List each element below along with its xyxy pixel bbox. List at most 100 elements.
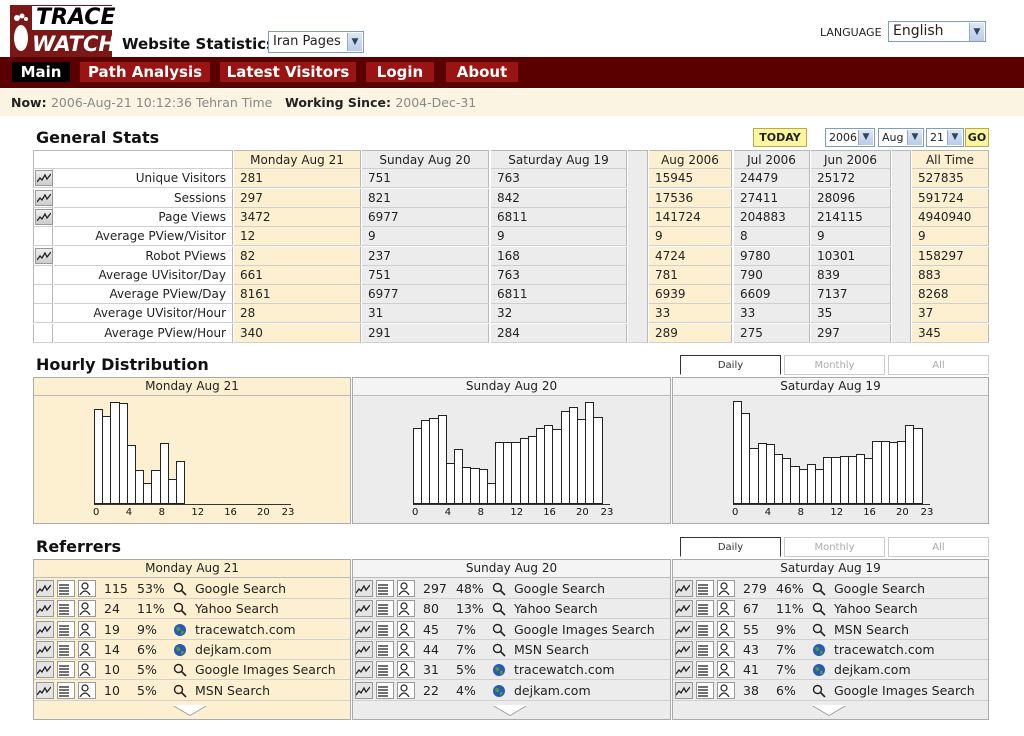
line-chart-icon[interactable] (675, 640, 693, 658)
line-chart-icon[interactable] (35, 247, 53, 264)
referrer-name[interactable]: tracewatch.com (195, 620, 296, 640)
line-chart-icon[interactable] (36, 640, 54, 658)
search-icon (173, 663, 187, 677)
list-icon[interactable] (376, 580, 394, 597)
visitor-icon[interactable] (397, 580, 415, 597)
list-icon[interactable] (376, 661, 394, 679)
tab-referrers-monthly[interactable]: Monthly (784, 537, 885, 557)
visitor-icon[interactable] (397, 640, 415, 658)
list-icon[interactable] (696, 580, 714, 597)
line-chart-icon[interactable] (675, 620, 693, 638)
line-chart-icon[interactable] (355, 681, 373, 699)
line-chart-icon[interactable] (36, 681, 54, 699)
visitor-icon[interactable] (78, 580, 96, 597)
today-button[interactable]: TODAY (753, 128, 807, 147)
visitor-icon[interactable] (78, 681, 96, 699)
referrer-name[interactable]: dejkam.com (514, 681, 591, 701)
site-select[interactable]: Iran Pages ▼ (268, 31, 364, 53)
referrer-name[interactable]: Google Images Search (195, 660, 336, 680)
list-icon[interactable] (696, 640, 714, 658)
line-chart-icon[interactable] (355, 640, 373, 658)
referrer-name[interactable]: dejkam.com (834, 660, 911, 680)
line-chart-icon[interactable] (355, 580, 373, 597)
tab-hourly-monthly[interactable]: Monthly (784, 355, 885, 375)
month-select[interactable]: Aug ▼ (878, 128, 924, 147)
language-select[interactable]: English ▼ (888, 21, 986, 42)
referrer-name[interactable]: Google Search (834, 579, 925, 599)
list-icon[interactable] (376, 620, 394, 638)
referrer-name[interactable]: Yahoo Search (514, 599, 598, 619)
list-icon[interactable] (696, 620, 714, 638)
year-select[interactable]: 2006 ▼ (825, 128, 875, 147)
referrer-name[interactable]: MSN Search (514, 640, 589, 660)
referrer-name[interactable]: dejkam.com (195, 640, 272, 660)
tab-hourly-daily[interactable]: Daily (680, 355, 781, 375)
line-chart-icon[interactable] (675, 580, 693, 597)
visitor-icon[interactable] (397, 620, 415, 638)
visitor-icon[interactable] (78, 620, 96, 638)
visitor-icon[interactable] (397, 681, 415, 699)
visitor-icon[interactable] (717, 640, 735, 658)
visitor-icon[interactable] (717, 661, 735, 679)
expand-arrow-icon[interactable] (173, 705, 207, 715)
line-chart-icon[interactable] (355, 600, 373, 618)
line-chart-icon[interactable] (35, 189, 53, 206)
list-icon[interactable] (57, 600, 75, 618)
line-chart-icon[interactable] (36, 600, 54, 618)
visitor-icon[interactable] (397, 661, 415, 679)
nav-main[interactable]: Main (12, 62, 70, 82)
visitor-icon[interactable] (717, 580, 735, 597)
referrer-name[interactable]: MSN Search (834, 620, 909, 640)
tab-referrers-all[interactable]: All (888, 537, 989, 557)
line-chart-icon[interactable] (35, 208, 53, 225)
list-icon[interactable] (57, 640, 75, 658)
referrer-name[interactable]: Yahoo Search (834, 599, 918, 619)
line-chart-icon[interactable] (355, 620, 373, 638)
nav-latest-visitors[interactable]: Latest Visitors (220, 62, 356, 82)
day-select[interactable]: 21 ▼ (926, 128, 964, 147)
list-icon[interactable] (696, 661, 714, 679)
expand-arrow-icon[interactable] (811, 705, 846, 715)
referrer-name[interactable]: tracewatch.com (514, 660, 615, 680)
list-icon[interactable] (57, 620, 75, 638)
line-chart-icon[interactable] (675, 681, 693, 699)
expand-arrow-icon[interactable] (492, 705, 527, 715)
visitor-icon[interactable] (717, 681, 735, 699)
visitor-icon[interactable] (717, 620, 735, 638)
visitor-icon[interactable] (78, 600, 96, 618)
line-chart-icon[interactable] (36, 661, 54, 679)
referrer-name[interactable]: tracewatch.com (834, 640, 935, 660)
nav-path-analysis[interactable]: Path Analysis (80, 62, 210, 82)
list-icon[interactable] (57, 681, 75, 699)
referrer-name[interactable]: Google Search (195, 579, 286, 599)
list-icon[interactable] (376, 600, 394, 618)
referrer-name[interactable]: Yahoo Search (195, 599, 279, 619)
line-chart-icon[interactable] (36, 580, 54, 597)
stat-value: 24479 (734, 169, 810, 189)
tracewatch-logo[interactable]: TRACE WATCH (10, 5, 120, 57)
tab-hourly-all[interactable]: All (888, 355, 989, 375)
visitor-icon[interactable] (397, 600, 415, 618)
line-chart-icon[interactable] (355, 661, 373, 679)
referrer-name[interactable]: MSN Search (195, 681, 270, 701)
referrer-name[interactable]: Google Images Search (514, 620, 655, 640)
referrer-name[interactable]: Google Images Search (834, 681, 975, 701)
list-icon[interactable] (696, 681, 714, 699)
referrer-name[interactable]: Google Search (514, 579, 605, 599)
go-button[interactable]: GO (965, 128, 989, 147)
tab-referrers-daily[interactable]: Daily (680, 537, 781, 557)
line-chart-icon[interactable] (675, 600, 693, 618)
list-icon[interactable] (376, 640, 394, 658)
line-chart-icon[interactable] (675, 661, 693, 679)
list-icon[interactable] (57, 661, 75, 679)
visitor-icon[interactable] (717, 600, 735, 618)
list-icon[interactable] (57, 580, 75, 597)
nav-about[interactable]: About (446, 62, 518, 82)
visitor-icon[interactable] (78, 661, 96, 679)
visitor-icon[interactable] (78, 640, 96, 658)
nav-login[interactable]: Login (366, 62, 434, 82)
line-chart-icon[interactable] (36, 620, 54, 638)
list-icon[interactable] (376, 681, 394, 699)
line-chart-icon[interactable] (35, 170, 53, 187)
list-icon[interactable] (696, 600, 714, 618)
